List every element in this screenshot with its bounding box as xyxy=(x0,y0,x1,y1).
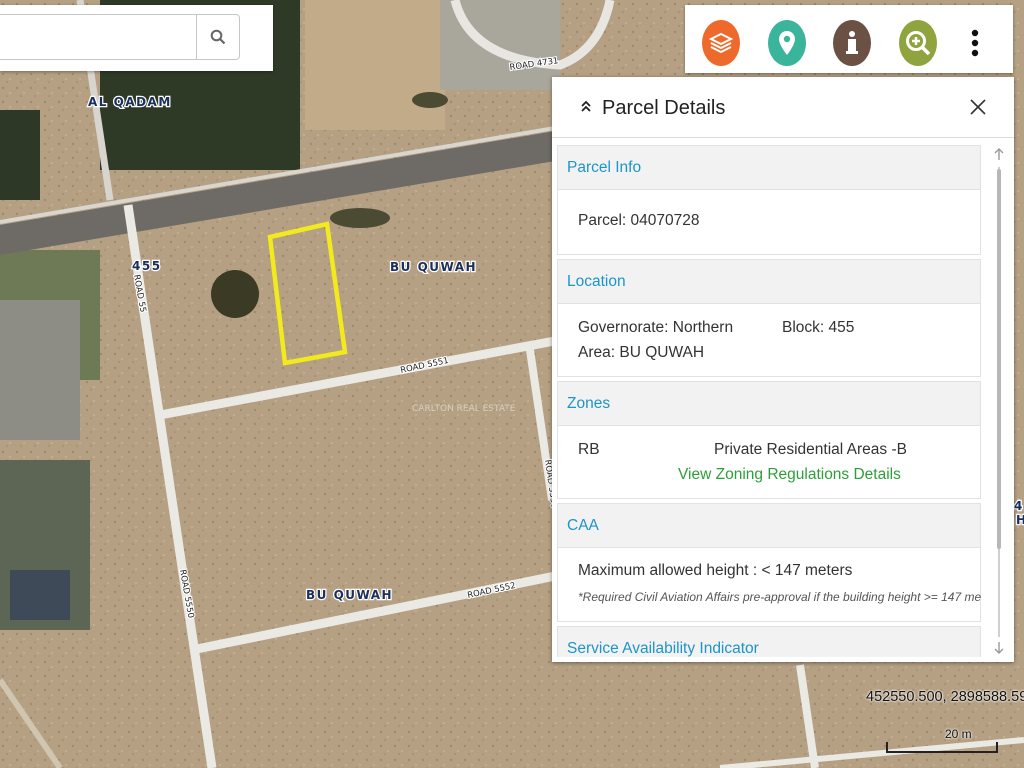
parcel-details-panel: Parcel Details Parcel Info Parcel: 04070… xyxy=(552,77,1014,662)
section-heading-caa[interactable]: CAA xyxy=(557,503,981,548)
search-icon xyxy=(210,29,226,45)
caa-note: *Required Civil Aviation Affairs pre-app… xyxy=(578,590,981,604)
chevron-double-up-icon[interactable] xyxy=(580,99,592,113)
zone-code: RB xyxy=(578,441,600,458)
map-label-bu-quwah: BU QUWAH xyxy=(390,260,477,274)
scale-bar xyxy=(886,742,998,753)
map-label-edge: H xyxy=(1016,513,1024,527)
panel-body: Parcel Info Parcel: 04070728 Location Go… xyxy=(557,145,981,657)
scale-label: 20 m xyxy=(945,727,972,741)
more-options-button[interactable] xyxy=(955,20,995,66)
info-icon xyxy=(846,31,858,54)
arrow-down-icon[interactable] xyxy=(992,641,1006,655)
section-heading-location[interactable]: Location xyxy=(557,259,981,304)
map-label-al-qadam: AL QADAM xyxy=(88,95,172,109)
map-label-bu-quwah: BU QUWAH xyxy=(306,588,393,602)
search-button[interactable] xyxy=(196,14,240,60)
section-parcel-info: Parcel: 04070728 xyxy=(557,190,981,255)
layers-icon xyxy=(708,32,734,54)
zoom-to-parcel-button[interactable] xyxy=(899,20,937,66)
search-panel xyxy=(0,5,273,71)
panel-header: Parcel Details xyxy=(552,77,1014,138)
section-location: Governorate: Northern Block: 455 Area: B… xyxy=(557,304,981,377)
map-pin-icon xyxy=(779,31,795,55)
more-vertical-icon xyxy=(971,29,979,57)
layers-button[interactable] xyxy=(702,20,740,66)
map-label-block: 455 xyxy=(132,259,162,273)
zoom-in-icon xyxy=(906,31,931,56)
section-heading-parcel-info[interactable]: Parcel Info xyxy=(557,145,981,190)
parcel-number: Parcel: 04070728 xyxy=(578,212,700,229)
section-caa: Maximum allowed height : < 147 meters *R… xyxy=(557,548,981,622)
governorate-value: Governorate: Northern xyxy=(578,319,734,336)
section-heading-service-availability[interactable]: Service Availability Indicator xyxy=(557,626,981,657)
map-label-edge: 4 xyxy=(1014,499,1024,513)
close-icon[interactable] xyxy=(968,97,988,117)
arrow-up-icon[interactable] xyxy=(992,147,1006,161)
panel-scrollbar[interactable] xyxy=(992,147,1006,657)
info-button[interactable] xyxy=(833,20,871,66)
watermark-text: CARLTON REAL ESTATE xyxy=(412,404,516,414)
panel-title: Parcel Details xyxy=(602,97,726,119)
scrollbar-thumb[interactable] xyxy=(997,169,1001,549)
location-button[interactable] xyxy=(768,20,806,66)
search-input[interactable] xyxy=(0,14,196,60)
max-height-value: Maximum allowed height : < 147 meters xyxy=(578,562,853,579)
area-value: Area: BU QUWAH xyxy=(578,344,705,361)
section-zones: RB Private Residential Areas -B View Zon… xyxy=(557,426,981,499)
block-value: Block: 455 xyxy=(782,319,855,336)
cursor-coordinates: 452550.500, 2898588.597 xyxy=(866,689,1024,705)
map-toolbar xyxy=(685,5,1013,73)
section-heading-zones[interactable]: Zones xyxy=(557,381,981,426)
zoning-regulations-link[interactable]: View Zoning Regulations Details xyxy=(678,466,901,484)
zone-description: Private Residential Areas -B xyxy=(714,441,907,458)
